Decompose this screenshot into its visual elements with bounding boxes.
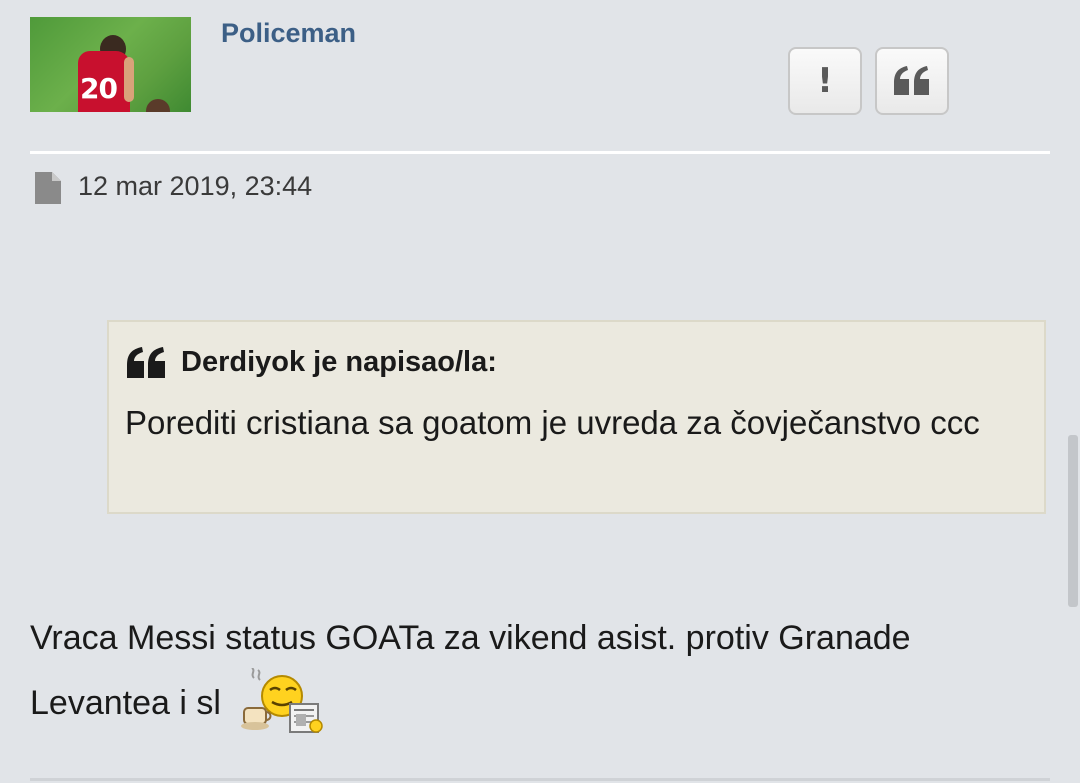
exclamation-icon: ! xyxy=(817,61,833,101)
coffee-reading-smiley-icon xyxy=(241,668,324,734)
quote-button[interactable] xyxy=(875,47,949,115)
post-username[interactable]: Policeman xyxy=(221,18,356,49)
quote-mark-icon xyxy=(127,347,165,378)
avatar-jersey-number: 20 xyxy=(80,72,118,105)
report-button[interactable]: ! xyxy=(788,47,862,115)
quote-icon xyxy=(894,66,929,95)
quote-block: Derdiyok je napisao/la: Porediti cristia… xyxy=(107,320,1046,514)
post-header-divider xyxy=(30,151,1050,154)
post-footer-divider xyxy=(30,778,1050,781)
quote-text: Porediti cristiana sa goatom je uvreda z… xyxy=(125,404,980,441)
forum-post: 20 Policeman ! 12 mar 2019, 23:44 Derdiy… xyxy=(0,0,1080,783)
post-body: Vraca Messi status GOATa za vikend asist… xyxy=(30,606,1040,738)
quote-author: Derdiyok je napisao/la: xyxy=(181,346,497,378)
user-avatar[interactable]: 20 xyxy=(30,17,191,112)
scrollbar[interactable] xyxy=(1068,435,1078,607)
post-timestamp: 12 mar 2019, 23:44 xyxy=(78,171,313,201)
post-body-text: Vraca Messi status GOATa za vikend asist… xyxy=(30,619,911,722)
document-icon xyxy=(35,172,61,204)
